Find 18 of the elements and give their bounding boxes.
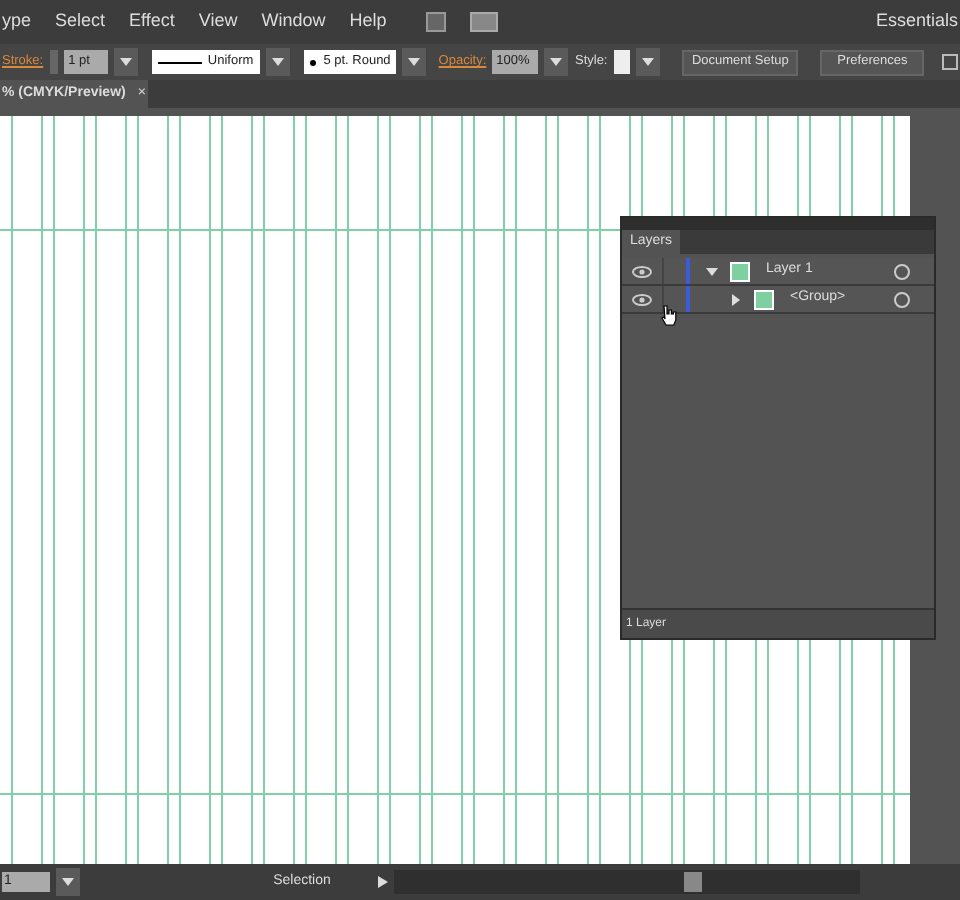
workspace-switcher[interactable]: Essentials: [875, 8, 960, 36]
style-swatch[interactable]: [613, 50, 630, 74]
dropdown-icon[interactable]: [265, 48, 290, 76]
menu-item[interactable]: View: [198, 8, 238, 36]
dropdown-icon[interactable]: [635, 48, 660, 76]
dropdown-icon[interactable]: [56, 868, 80, 896]
dropdown-icon[interactable]: [113, 48, 138, 76]
menu-item[interactable]: ype: [2, 8, 32, 36]
menu-item[interactable]: Select: [55, 8, 106, 36]
dropdown-icon[interactable]: [544, 48, 569, 76]
menu-item[interactable]: Help: [349, 8, 387, 36]
dropdown-icon[interactable]: [402, 48, 427, 76]
menu-item[interactable]: Window: [261, 8, 326, 36]
menu-item[interactable]: Effect: [129, 8, 175, 36]
scroll-thumb[interactable]: [684, 872, 702, 892]
expanded-triangle-icon[interactable]: [702, 265, 722, 277]
play-icon[interactable]: [378, 876, 388, 888]
hand-cursor-icon: [660, 304, 678, 326]
